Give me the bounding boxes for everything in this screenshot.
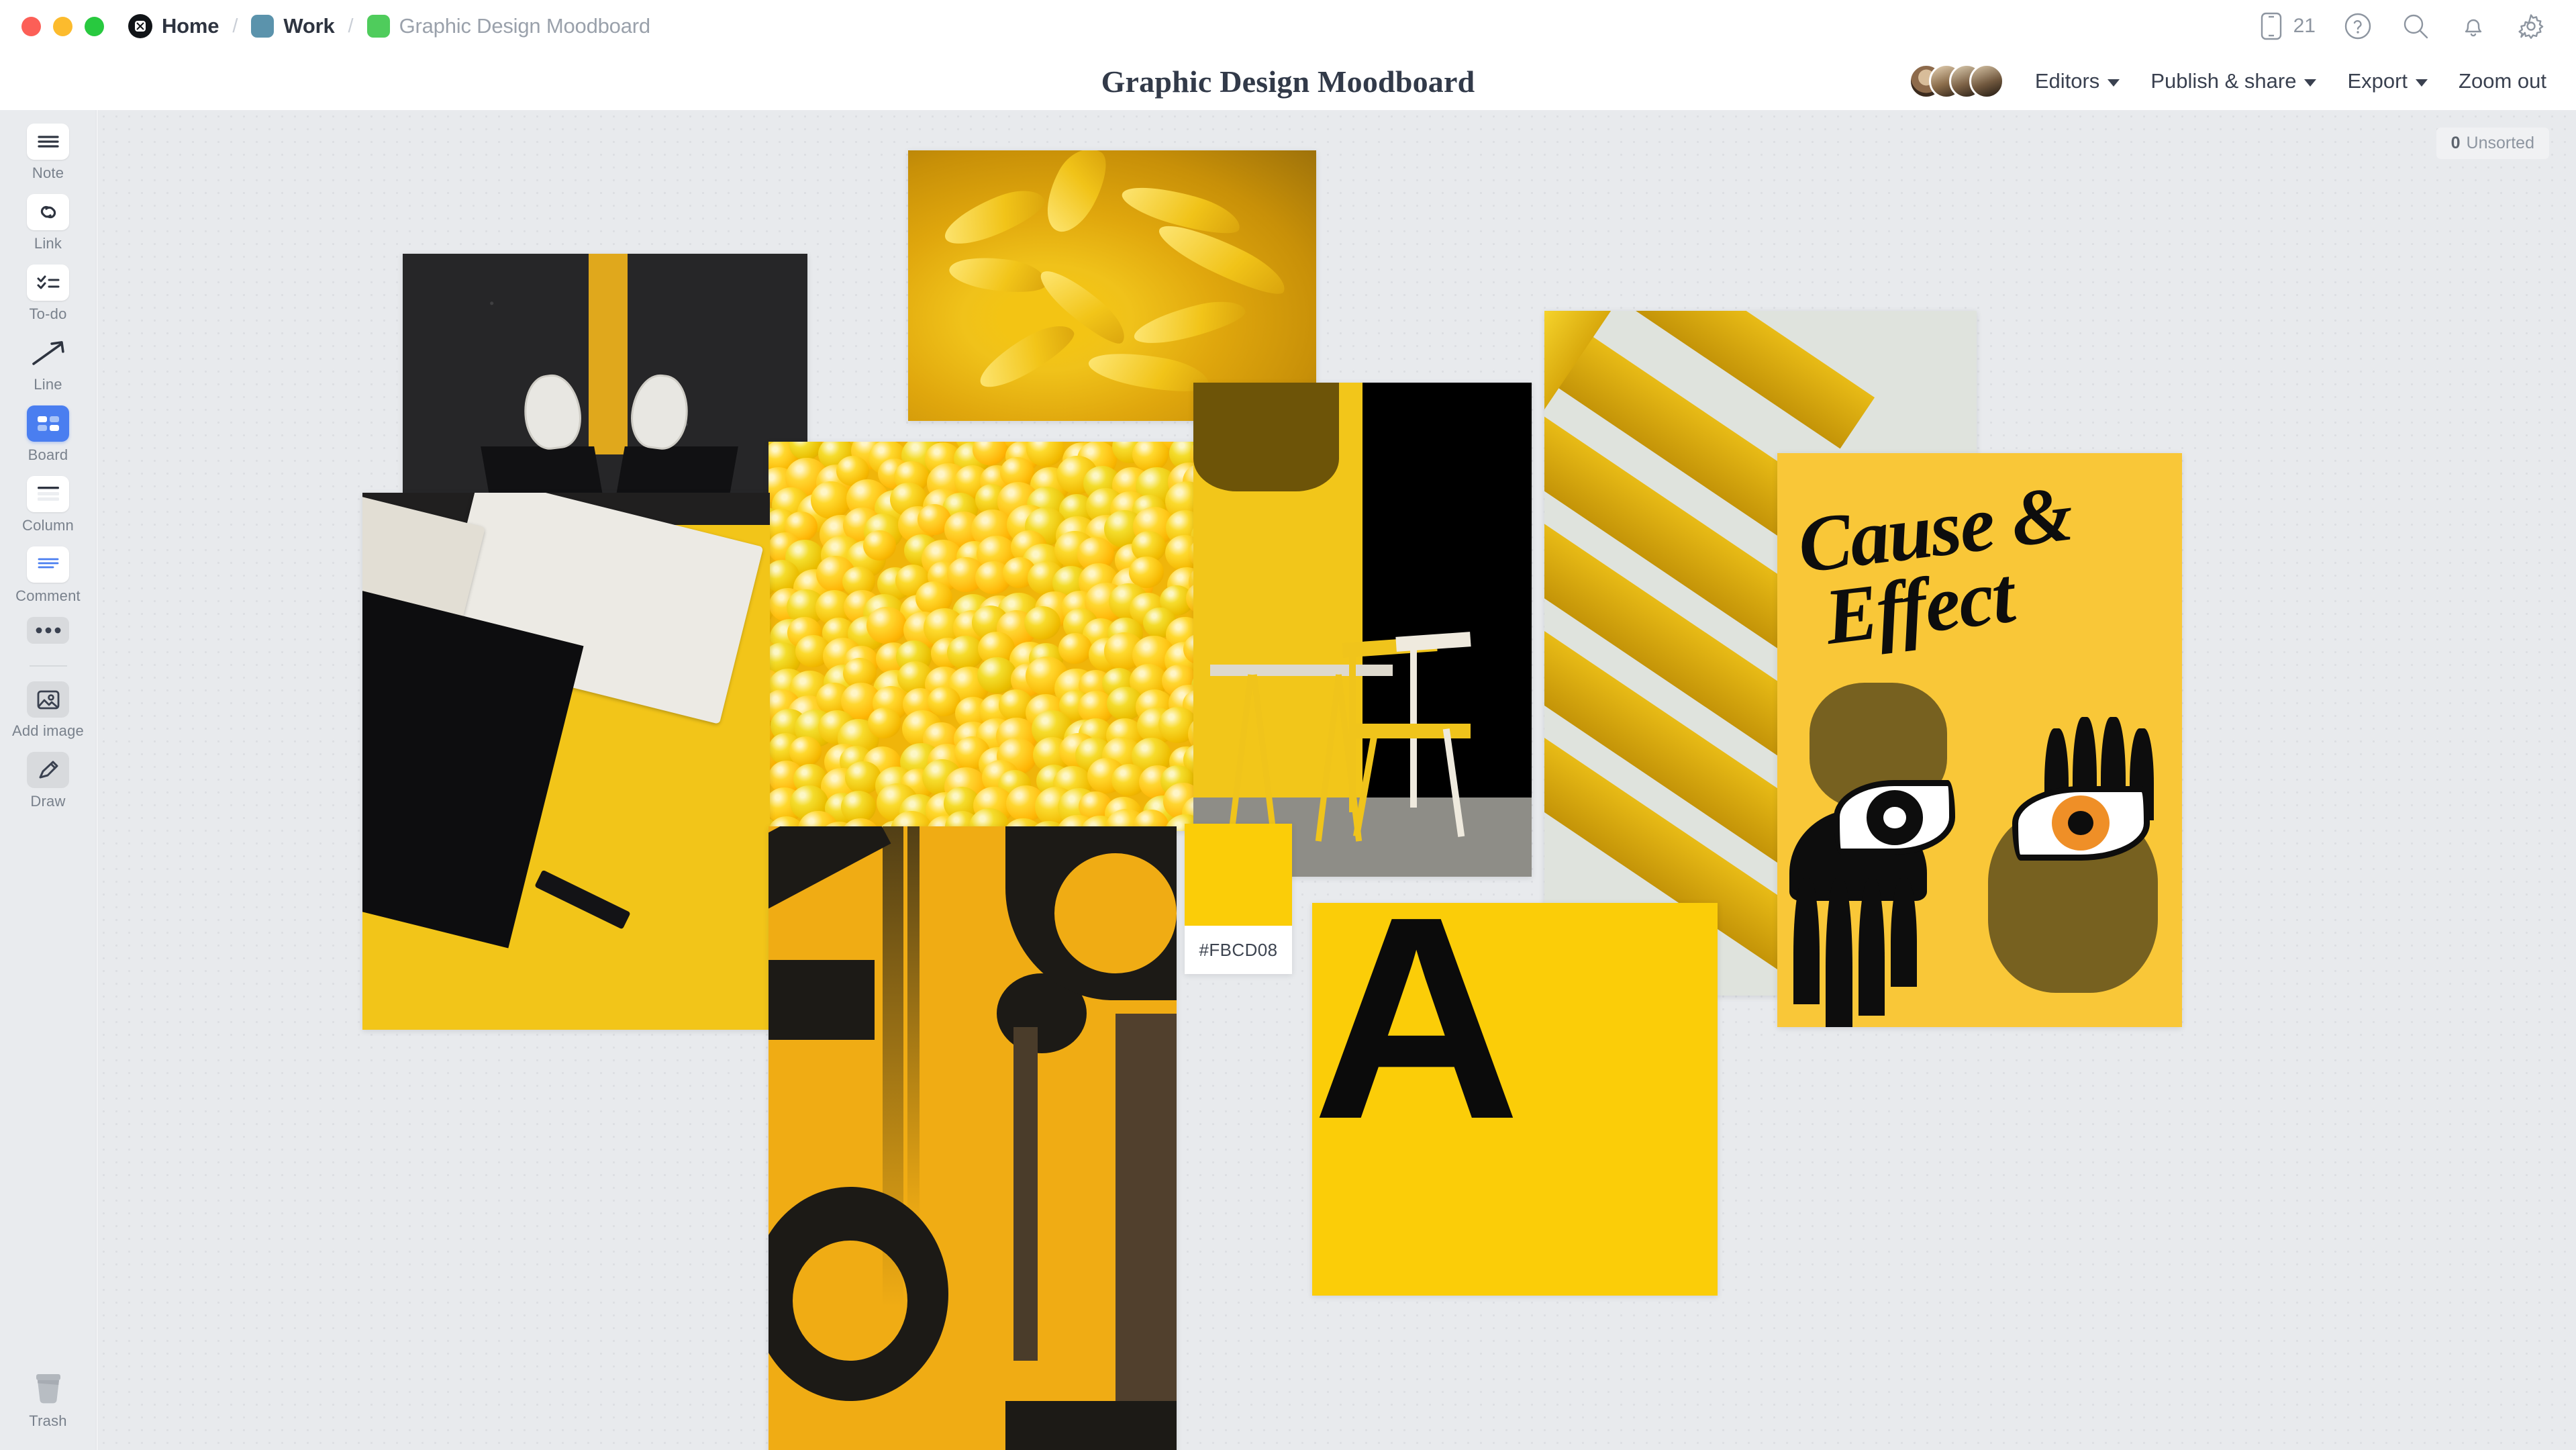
card-cause-and-effect-poster[interactable]: Cause & Effect	[1777, 453, 2182, 1027]
poster-headline: Cause & Effect	[1793, 469, 2170, 661]
yellow-desk-photo	[362, 493, 770, 1030]
sidebar-label-comment: Comment	[15, 587, 81, 604]
todo-icon	[27, 264, 69, 301]
sidebar-item-draw[interactable]: Draw	[0, 752, 97, 810]
home-app-icon	[128, 14, 152, 38]
breadcrumb: Home / Work / Graphic Design Moodboard	[128, 14, 650, 38]
sidebar-label-note: Note	[32, 164, 64, 181]
breadcrumb-item-board[interactable]: Graphic Design Moodboard	[366, 14, 651, 38]
board-canvas[interactable]: 0 Unsorted Cause & Effect #FBCD08 A	[97, 110, 2576, 1450]
breadcrumb-label-home: Home	[162, 14, 219, 38]
sidebar-label-line: Line	[34, 376, 62, 393]
line-arrow-icon	[27, 335, 69, 371]
breadcrumb-label-work: Work	[283, 14, 335, 38]
zoom-button[interactable]	[85, 16, 104, 36]
help-icon[interactable]	[2342, 11, 2373, 42]
chevron-down-icon	[2108, 79, 2120, 87]
sidebar-item-todo[interactable]: To-do	[0, 264, 97, 323]
editor-avatars[interactable]	[1908, 62, 2004, 100]
search-icon[interactable]	[2400, 11, 2431, 42]
window-titlebar: Home / Work / Graphic Design Moodboard 2…	[0, 0, 2576, 52]
card-yellow-desk-photo[interactable]	[362, 493, 770, 1030]
tool-sidebar: Note Link To-do Line Board Column Commen…	[0, 110, 97, 1450]
link-icon	[27, 194, 69, 230]
trash-icon	[36, 1374, 60, 1404]
minimize-button[interactable]	[53, 16, 72, 36]
window-controls	[21, 16, 104, 36]
letter-a-card: A	[1312, 903, 1718, 1296]
settings-icon[interactable]	[2516, 11, 2546, 42]
unsorted-label: Unsorted	[2466, 134, 2534, 152]
page-title: Graphic Design Moodboard	[1101, 64, 1475, 99]
comment-icon	[27, 546, 69, 583]
sidebar-label-link: Link	[34, 235, 62, 252]
folder-swatch-icon	[251, 15, 275, 38]
card-color-swatch[interactable]: #FBCD08	[1185, 824, 1292, 974]
sidebar-item-board[interactable]: Board	[0, 405, 97, 464]
sidebar-label-todo: To-do	[29, 305, 67, 322]
sidebar-item-link[interactable]: Link	[0, 194, 97, 252]
breadcrumb-separator-2: /	[348, 15, 354, 37]
sidebar-item-comment[interactable]: Comment	[0, 546, 97, 605]
board-swatch-icon	[366, 15, 390, 38]
mobile-count-label: 21	[2293, 15, 2316, 37]
sidebar-item-line[interactable]: Line	[0, 335, 97, 393]
board-header: Graphic Design Moodboard Editors Publish…	[0, 52, 2576, 110]
export-label: Export	[2347, 69, 2408, 93]
card-distressed-numerals-photo[interactable]	[769, 826, 1177, 1450]
note-icon	[27, 124, 69, 160]
zoom-out-button[interactable]: Zoom out	[2459, 69, 2546, 93]
card-yellow-flower-photo[interactable]	[908, 150, 1316, 421]
cause-and-effect-poster: Cause & Effect	[1777, 453, 2182, 1027]
publish-share-menu-button[interactable]: Publish & share	[2150, 69, 2317, 93]
editors-label: Editors	[2034, 69, 2100, 93]
swatch-color-fill	[1185, 824, 1292, 926]
add-image-icon	[27, 681, 69, 718]
sidebar-label-column: Column	[21, 517, 74, 534]
breadcrumb-label-board: Graphic Design Moodboard	[399, 14, 651, 38]
sidebar-divider	[29, 665, 67, 667]
trash-button[interactable]: Trash	[28, 1370, 69, 1430]
sidebar-more-options-button[interactable]	[0, 617, 97, 644]
more-horizontal-icon	[27, 617, 69, 644]
breadcrumb-item-home[interactable]: Home	[128, 14, 219, 38]
sidebar-label-trash: Trash	[29, 1412, 67, 1429]
column-icon	[27, 476, 69, 512]
unsorted-count: 0	[2450, 134, 2461, 152]
card-yellow-cafe-chair-photo[interactable]	[1193, 383, 1532, 877]
mobile-icon	[2256, 11, 2287, 42]
export-menu-button[interactable]: Export	[2347, 69, 2428, 93]
board-actions: Editors Publish & share Export Zoom out	[1908, 52, 2546, 110]
sidebar-label-add-image: Add image	[12, 722, 84, 739]
sidebar-label-board: Board	[28, 446, 68, 463]
sidebar-item-add-image[interactable]: Add image	[0, 681, 97, 740]
sidebar-item-column[interactable]: Column	[0, 476, 97, 534]
mobile-devices-button[interactable]: 21	[2256, 11, 2316, 42]
breadcrumb-separator: /	[232, 15, 238, 37]
sidebar-label-draw: Draw	[30, 793, 66, 810]
avatar	[1969, 64, 2004, 99]
distressed-numerals-photo	[769, 826, 1177, 1450]
draw-pencil-icon	[27, 752, 69, 788]
publish-share-label: Publish & share	[2150, 69, 2297, 93]
sidebar-item-note[interactable]: Note	[0, 124, 97, 182]
editors-menu-button[interactable]: Editors	[2035, 69, 2120, 93]
yellow-cafe-chair-photo	[1193, 383, 1532, 877]
zoom-out-label: Zoom out	[2459, 69, 2546, 93]
notifications-icon[interactable]	[2458, 11, 2489, 42]
card-letter-a[interactable]: A	[1312, 903, 1718, 1296]
sneakers-on-road-photo	[403, 254, 807, 529]
card-sneakers-on-road-photo[interactable]	[403, 254, 807, 529]
chevron-down-icon	[2304, 79, 2317, 87]
letter-a-glyph: A	[1312, 903, 1521, 1179]
board-icon	[27, 405, 69, 442]
breadcrumb-item-work[interactable]: Work	[251, 14, 335, 38]
topbar-actions: 21	[2256, 11, 2546, 42]
chevron-down-icon	[2416, 79, 2428, 87]
unsorted-badge[interactable]: 0 Unsorted	[2436, 128, 2549, 159]
yellow-flower-photo	[908, 150, 1316, 421]
swatch-hex-label: #FBCD08	[1185, 926, 1292, 974]
close-button[interactable]	[21, 16, 41, 36]
